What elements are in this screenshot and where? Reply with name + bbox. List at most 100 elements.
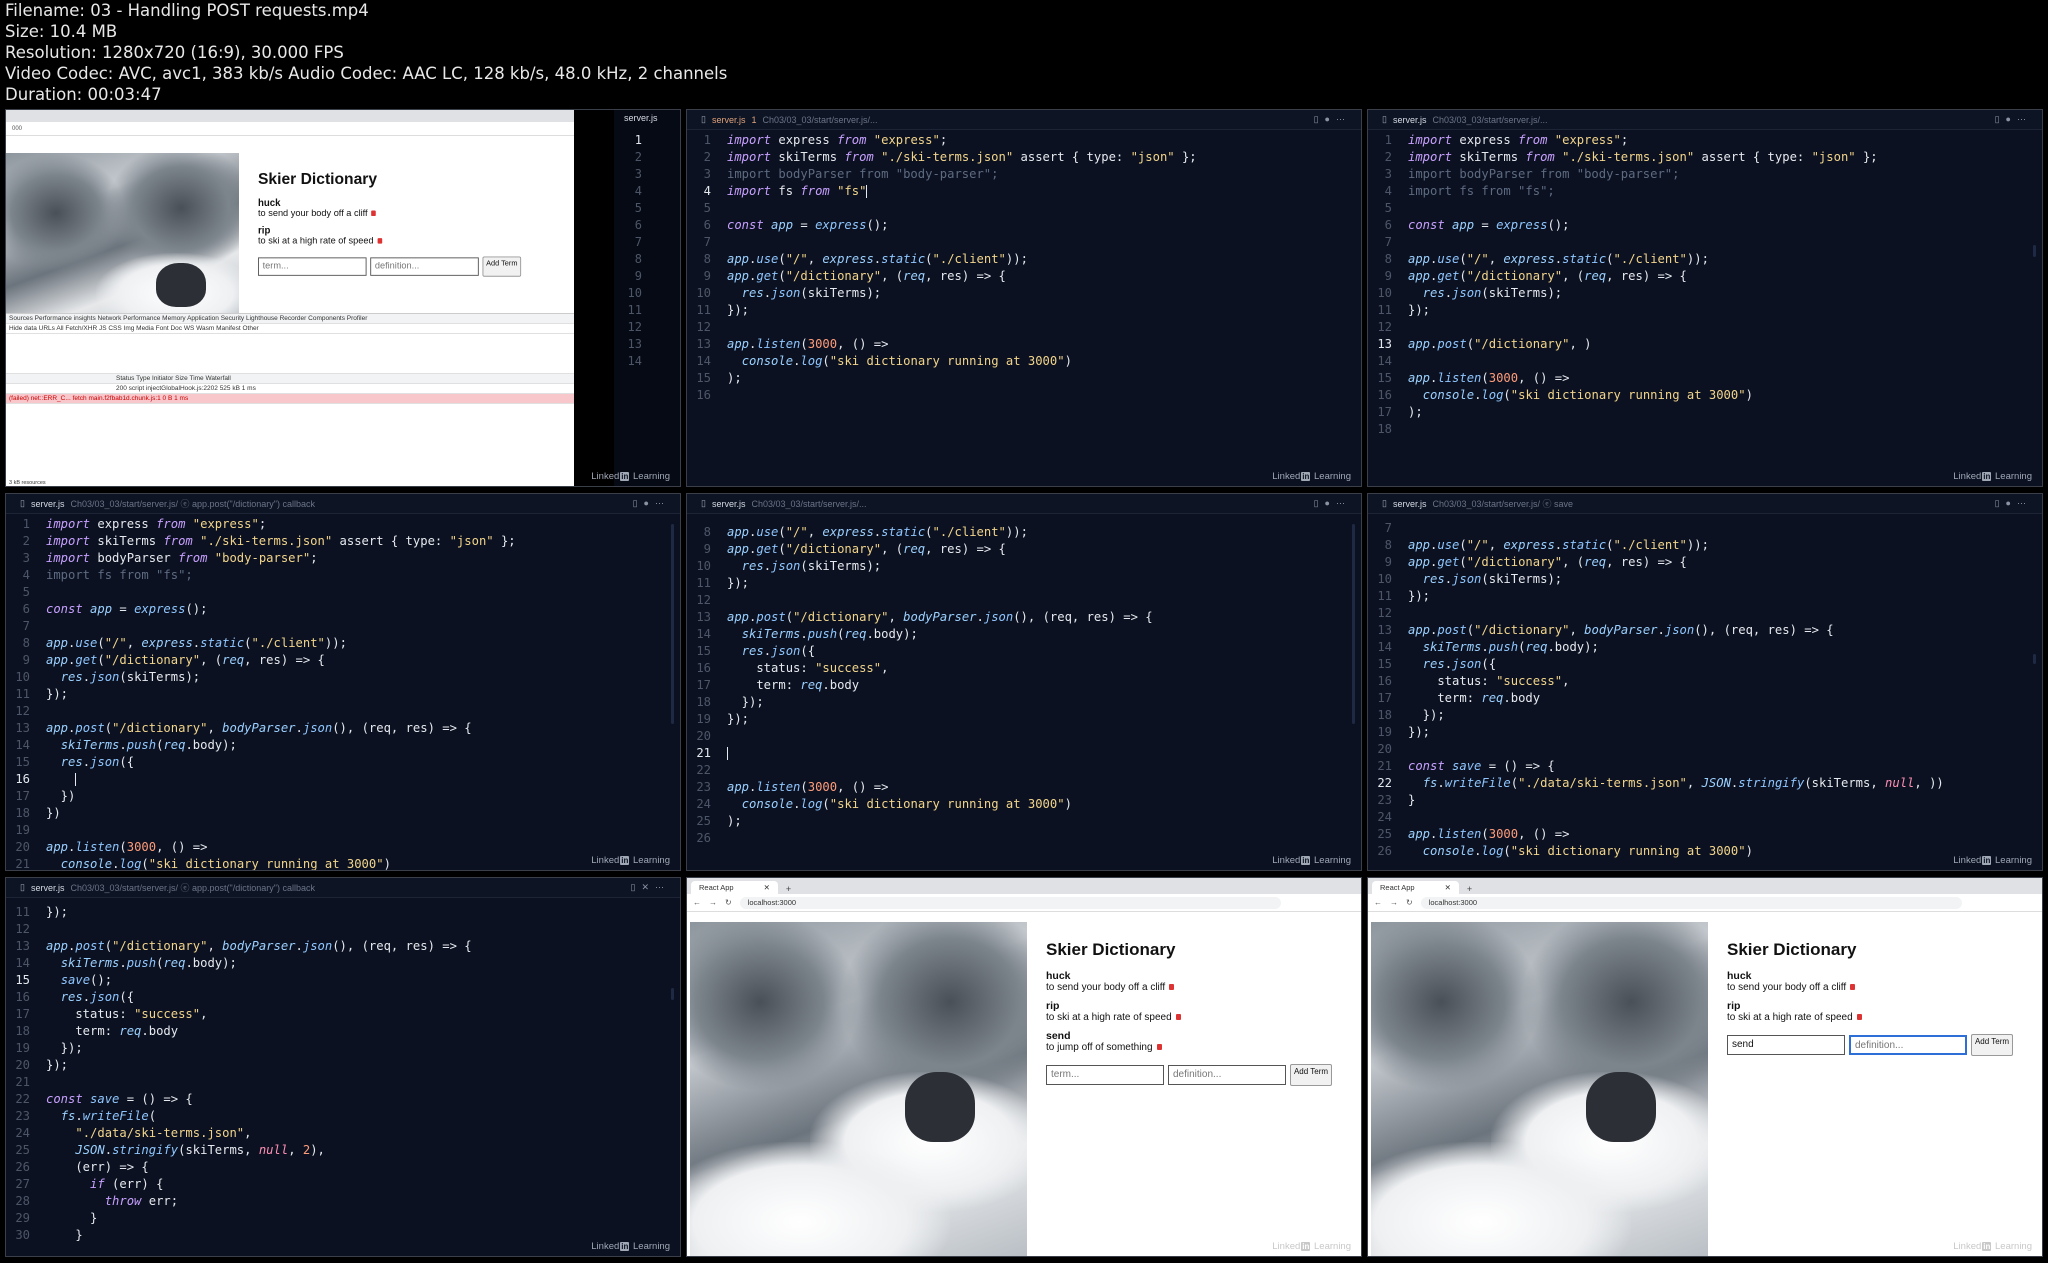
code-line[interactable]: 17 }) xyxy=(6,788,680,805)
code-text[interactable]: }); xyxy=(727,302,749,319)
code-text[interactable]: term: req.body xyxy=(1408,690,1540,707)
code-text[interactable]: app.use("/", express.static("./client"))… xyxy=(46,635,347,652)
add-term-button[interactable]: Add Term xyxy=(482,256,522,277)
editor-tab[interactable]: server.js xyxy=(1393,115,1427,125)
code-line[interactable]: 16 console.log("ski dictionary running a… xyxy=(1368,387,2042,404)
breadcrumb[interactable]: Ch03/03_03/start/server.js/ ⓔ app.post("… xyxy=(70,881,315,894)
delete-icon[interactable] xyxy=(1175,1014,1181,1020)
code-text[interactable]: app.get("/dictionary", (req, res) => { xyxy=(1408,554,1687,571)
code-text[interactable]: import fs from "fs"; xyxy=(46,567,193,584)
code-text[interactable] xyxy=(46,771,77,788)
code-line[interactable]: 10 res.json(skiTerms); xyxy=(1368,571,2042,588)
code-line[interactable]: 5 xyxy=(1368,200,2042,217)
code-line[interactable]: 19 xyxy=(6,822,680,839)
code-line[interactable]: 9 app.get("/dictionary", (req, res) => { xyxy=(1368,268,2042,285)
code-text[interactable]: app.listen(3000, () => xyxy=(727,336,888,353)
code-line[interactable]: 16 status: "success", xyxy=(687,660,1361,677)
code-line[interactable]: 12 xyxy=(687,319,1361,336)
code-line[interactable]: 7 xyxy=(687,234,1361,251)
code-text[interactable] xyxy=(727,745,728,762)
add-term-button[interactable]: Add Term xyxy=(1971,1034,2013,1056)
code-text[interactable]: app.get("/dictionary", (req, res) => { xyxy=(727,541,1006,558)
code-line[interactable]: 18 }); xyxy=(1368,707,2042,724)
code-line[interactable]: 6 const app = express(); xyxy=(6,601,680,618)
code-line[interactable]: 8 app.use("/", express.static("./client")… xyxy=(6,635,680,652)
breadcrumb[interactable]: Ch03/03_03/start/server.js/... xyxy=(762,115,877,125)
code-line[interactable]: 1 import express from "express"; xyxy=(687,132,1361,149)
code-line[interactable]: 11}); xyxy=(1368,588,2042,605)
code-text[interactable]: skiTerms.push(req.body); xyxy=(1408,639,1599,656)
code-line[interactable]: 8 app.use("/", express.static("./client")… xyxy=(687,251,1361,268)
code-text[interactable]: skiTerms.push(req.body); xyxy=(727,626,918,643)
code-line[interactable]: 1 import express from "express"; xyxy=(1368,132,2042,149)
code-text[interactable]: app.post("/dictionary", bodyParser.json(… xyxy=(1408,622,1834,639)
code-text[interactable]: app.post("/dictionary", bodyParser.json(… xyxy=(727,609,1153,626)
breadcrumb[interactable]: Ch03/03_03/start/server.js/ ⓔ app.post("… xyxy=(70,497,315,510)
delete-icon[interactable] xyxy=(377,238,382,244)
code-text[interactable]: ); xyxy=(727,813,742,830)
code-text[interactable]: app.use("/", express.static("./client"))… xyxy=(1408,251,1709,268)
code-line[interactable]: 13 app.post("/dictionary", ) xyxy=(1368,336,2042,353)
code-text[interactable]: res.json({ xyxy=(727,643,815,660)
code-text[interactable]: app.post("/dictionary", bodyParser.json(… xyxy=(46,720,472,737)
code-text[interactable]: }); xyxy=(1408,707,1445,724)
code-line[interactable]: 14 skiTerms.push(req.body); xyxy=(687,626,1361,643)
editor-actions[interactable]: ▯●⋯ xyxy=(1995,498,2032,509)
code-text[interactable]: term: req.body xyxy=(46,1023,178,1040)
code-line[interactable]: 8 app.use("/", express.static("./client")… xyxy=(1368,251,2042,268)
code-line[interactable]: 15 res.json({ xyxy=(6,754,680,771)
code-line[interactable]: 25 JSON.stringify(skiTerms, null, 2), xyxy=(6,1142,680,1159)
delete-icon[interactable] xyxy=(1156,1044,1162,1050)
code-line[interactable]: 21 xyxy=(687,745,1361,762)
code-line[interactable]: 1 import express from "express"; xyxy=(6,516,680,533)
code-line[interactable]: 7 xyxy=(1368,234,2042,251)
code-line[interactable]: 15); xyxy=(687,370,1361,387)
code-line[interactable]: 25 app.listen(3000, () => xyxy=(1368,826,2042,843)
code-text[interactable]: fs.writeFile("./data/ski-terms.json", JS… xyxy=(1408,775,1944,792)
code-text[interactable]: status: "success", xyxy=(46,1006,207,1023)
code-text[interactable]: app.listen(3000, () => xyxy=(46,839,207,856)
code-line[interactable]: 20 xyxy=(1368,741,2042,758)
editor-actions[interactable]: ▯✕⋯ xyxy=(631,882,671,893)
code-line[interactable]: 21 console.log("ski dictionary running a… xyxy=(6,856,680,870)
code-line[interactable]: 18 }); xyxy=(687,694,1361,711)
url-bar[interactable]: localhost:3000 xyxy=(739,896,1281,909)
code-line[interactable]: 15 res.json({ xyxy=(687,643,1361,660)
code-line[interactable]: 12 xyxy=(1368,319,2042,336)
code-line[interactable]: 18 term: req.body xyxy=(6,1023,680,1040)
code-line[interactable]: 6 const app = express(); xyxy=(1368,217,2042,234)
code-text[interactable]: import skiTerms from "./ski-terms.json" … xyxy=(46,533,516,550)
code-line[interactable]: 8 app.use("/", express.static("./client")… xyxy=(687,524,1361,541)
code-line[interactable]: 3 import bodyParser from "body-parser"; xyxy=(687,166,1361,183)
code-text[interactable]: }); xyxy=(46,904,68,921)
code-text[interactable]: import express from "express"; xyxy=(1408,132,1628,149)
code-line[interactable]: 22 const save = () => { xyxy=(6,1091,680,1108)
code-line[interactable]: 17 status: "success", xyxy=(6,1006,680,1023)
code-line[interactable]: 7 xyxy=(1368,520,2042,537)
code-text[interactable]: console.log("ski dictionary running at 3… xyxy=(46,856,391,870)
code-line[interactable]: 20 app.listen(3000, () => xyxy=(6,839,680,856)
code-text[interactable]: console.log("ski dictionary running at 3… xyxy=(1408,387,1753,404)
code-text[interactable]: app.use("/", express.static("./client"))… xyxy=(727,251,1028,268)
code-line[interactable]: 14 console.log("ski dictionary running a… xyxy=(687,353,1361,370)
code-text[interactable]: app.listen(3000, () => xyxy=(1408,370,1569,387)
code-text[interactable]: app.use("/", express.static("./client"))… xyxy=(1408,537,1709,554)
code-text[interactable]: (err) => { xyxy=(46,1159,148,1176)
code-text[interactable]: }); xyxy=(46,1057,68,1074)
back-icon[interactable]: ← xyxy=(693,898,701,907)
code-text[interactable]: fs.writeFile( xyxy=(46,1108,156,1125)
code-editor[interactable]: 1 import express from "express"; 2 import s… xyxy=(1368,132,2042,486)
code-text[interactable]: JSON.stringify(skiTerms, null, 2), xyxy=(46,1142,325,1159)
code-text[interactable]: import skiTerms from "./ski-terms.json" … xyxy=(1408,149,1878,166)
code-text[interactable]: res.json(skiTerms); xyxy=(727,558,881,575)
url-bar[interactable]: localhost:3000 xyxy=(1420,896,1962,909)
code-text[interactable]: }); xyxy=(727,694,764,711)
code-line[interactable]: 23 app.listen(3000, () => xyxy=(687,779,1361,796)
code-line[interactable]: 30 } xyxy=(6,1227,680,1244)
code-line[interactable]: 7 xyxy=(6,618,680,635)
code-line[interactable]: 15 res.json({ xyxy=(1368,656,2042,673)
editor-tab[interactable]: server.js xyxy=(712,115,746,125)
code-text[interactable]: console.log("ski dictionary running at 3… xyxy=(727,796,1072,813)
code-text[interactable]: import express from "express"; xyxy=(727,132,947,149)
add-term-button[interactable]: Add Term xyxy=(1290,1064,1332,1086)
